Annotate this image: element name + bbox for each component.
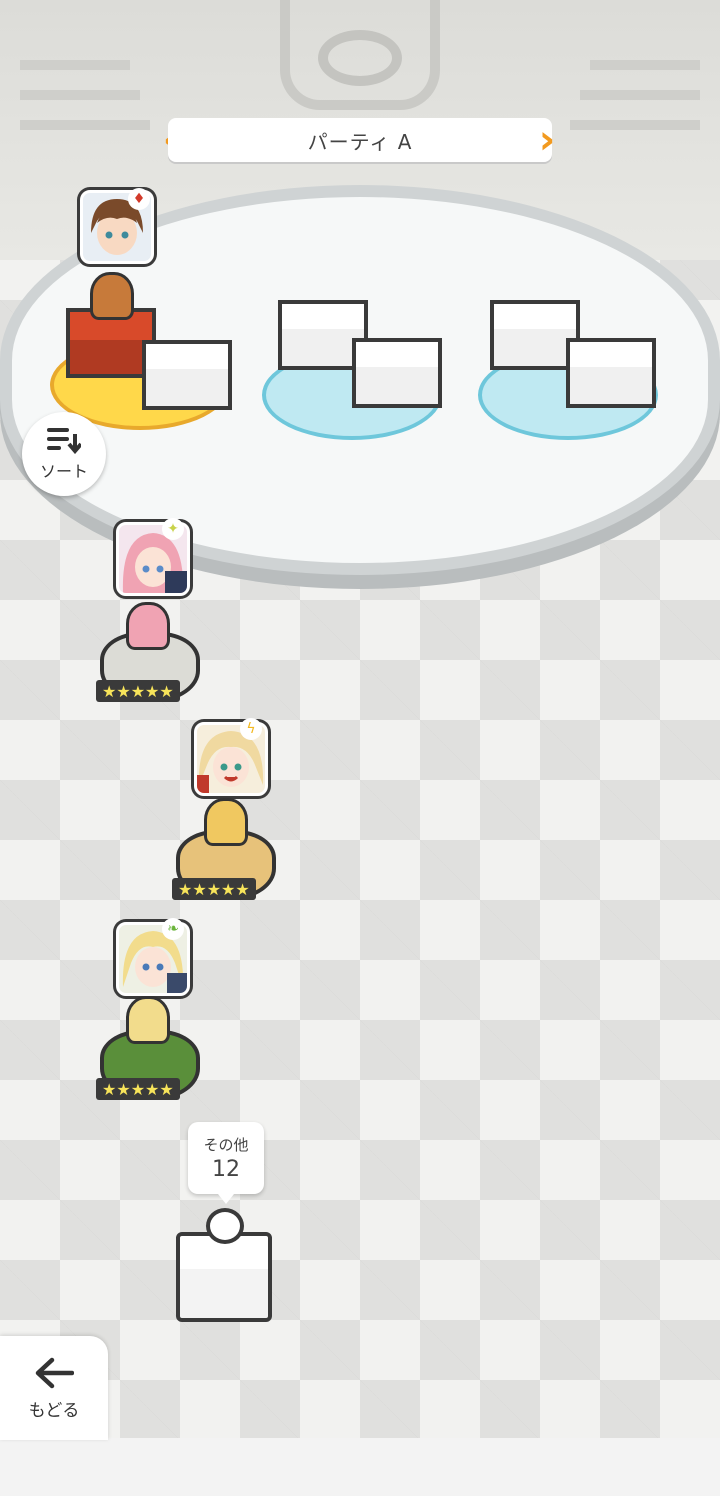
sort-icon [47, 428, 81, 454]
party-name-bar: パーティ A [168, 118, 552, 162]
character-chibi[interactable] [126, 602, 170, 650]
chevron-right-icon[interactable]: › [536, 118, 558, 162]
placeholder-figure-icon [206, 1208, 244, 1244]
fire-icon: ♦ [128, 188, 150, 210]
stars-text: ★★★★★ [102, 1079, 174, 1099]
sparkle-icon: ✦ [162, 518, 184, 540]
empty-cube [352, 338, 442, 408]
arrow-left-icon [35, 1357, 74, 1388]
rarity-stars: ★★★★★ [172, 878, 256, 900]
leaf-icon: ❧ [162, 918, 184, 940]
lightning-icon: ϟ [240, 718, 262, 740]
others-label: その他 [203, 1136, 249, 1154]
sort-button[interactable]: ソート [22, 412, 106, 496]
others-bubble[interactable]: その他 12 [188, 1122, 264, 1204]
sort-label: ソート [39, 462, 88, 481]
others-count: 12 [212, 1157, 240, 1182]
empty-cube [566, 338, 656, 408]
party-name: パーティ A [307, 129, 413, 154]
character-chibi[interactable] [204, 798, 248, 846]
stars-text: ★★★★★ [102, 681, 174, 701]
character-chibi[interactable] [126, 996, 170, 1044]
empty-cube [142, 340, 232, 410]
leader-chibi[interactable] [90, 272, 134, 320]
emblem-eye-icon [318, 30, 402, 86]
bottom-bar [0, 1438, 720, 1496]
rarity-stars: ★★★★★ [96, 1078, 180, 1100]
back-button[interactable]: もどる [0, 1336, 108, 1440]
stars-text: ★★★★★ [178, 879, 250, 899]
rarity-stars: ★★★★★ [96, 680, 180, 702]
others-pedestal[interactable] [176, 1232, 272, 1322]
back-label: もどる [28, 1400, 80, 1421]
